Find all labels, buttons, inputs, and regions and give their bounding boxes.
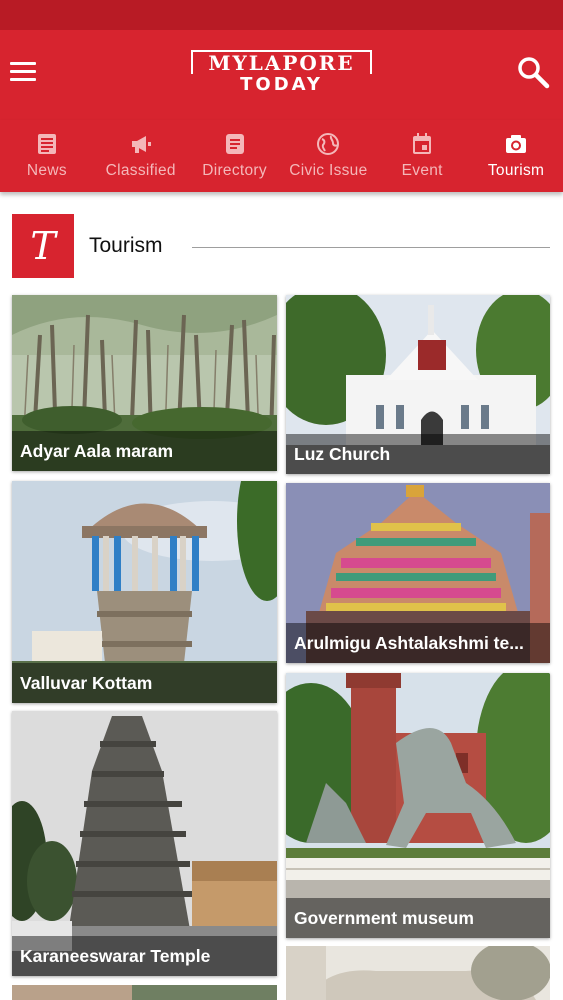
- place-card-luz-church[interactable]: Luz Church: [286, 295, 550, 474]
- tab-news[interactable]: News: [0, 120, 94, 192]
- tab-classified[interactable]: Classified: [94, 120, 188, 192]
- category-nav: News Classified Directory Civic Issue Ev…: [0, 120, 563, 192]
- tab-event-label: Event: [401, 162, 443, 179]
- place-card-partial[interactable]: [286, 946, 550, 1000]
- place-card-karaneeswarar-temple[interactable]: Karaneeswarar Temple: [12, 711, 277, 976]
- calendar-icon: [413, 133, 432, 154]
- tab-civic-issue[interactable]: Civic Issue: [281, 120, 375, 192]
- place-name: Karaneeswarar Temple: [12, 936, 277, 976]
- megaphone-icon: [131, 136, 151, 153]
- section-badge: T: [12, 214, 74, 278]
- tab-tourism-label: Tourism: [487, 162, 545, 179]
- place-card-partial[interactable]: [12, 985, 277, 1000]
- place-name: Government museum: [286, 898, 550, 938]
- place-name: Arulmigu Ashtalakshmi te...: [286, 623, 550, 663]
- section-header: T Tourism: [12, 214, 550, 278]
- partial-photo: [286, 946, 550, 1000]
- search-icon[interactable]: [516, 55, 550, 89]
- logo-bottom-text: TODAY: [240, 74, 323, 95]
- document-icon: [225, 134, 244, 154]
- place-name: Adyar Aala maram: [12, 431, 277, 471]
- place-card-valluvar-kottam[interactable]: Valluvar Kottam: [12, 481, 277, 703]
- tab-news-label: News: [26, 162, 67, 179]
- place-name: Luz Church: [286, 434, 550, 474]
- tab-directory-label: Directory: [202, 162, 267, 179]
- tab-event[interactable]: Event: [375, 120, 469, 192]
- newspaper-icon: [37, 134, 56, 154]
- section-divider: [192, 247, 550, 248]
- place-card-ashtalakshmi-temple[interactable]: Arulmigu Ashtalakshmi te...: [286, 483, 550, 663]
- partial-photo: [12, 985, 277, 1000]
- tab-classified-label: Classified: [105, 162, 176, 179]
- place-card-adyar-aala-maram[interactable]: Adyar Aala maram: [12, 295, 277, 471]
- status-bar: [0, 0, 563, 30]
- tab-civic-issue-label: Civic Issue: [289, 162, 368, 179]
- place-card-government-museum[interactable]: Government museum: [286, 673, 550, 938]
- section-title: Tourism: [89, 234, 163, 257]
- logo-top-text: MYLAPORE: [191, 50, 372, 74]
- place-name: Valluvar Kottam: [12, 663, 277, 703]
- hamburger-menu-icon[interactable]: [10, 55, 42, 87]
- tab-directory[interactable]: Directory: [188, 120, 282, 192]
- camera-icon: [506, 135, 527, 153]
- app-logo: MYLAPORE TODAY: [191, 50, 372, 100]
- globe-icon: [317, 133, 340, 155]
- tab-tourism[interactable]: Tourism: [469, 120, 563, 192]
